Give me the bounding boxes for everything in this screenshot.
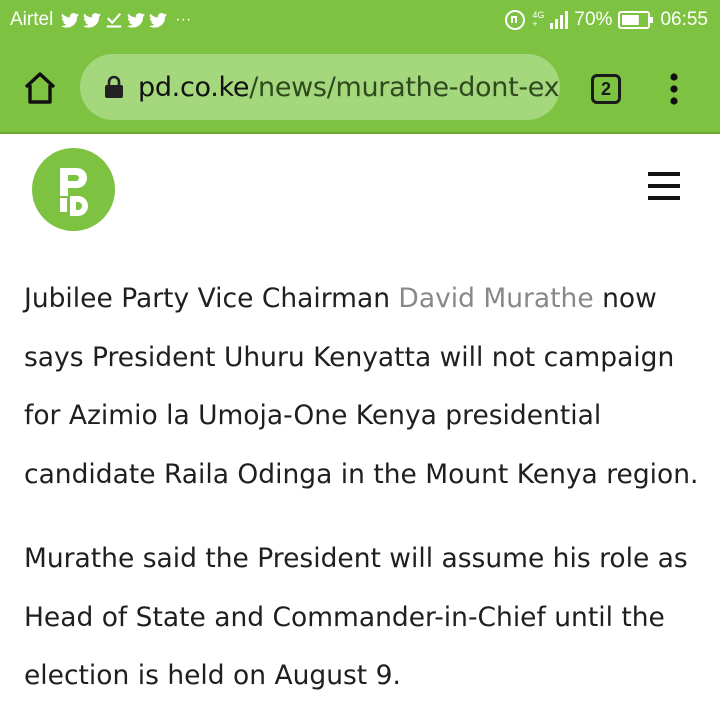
pd-logo-mark bbox=[60, 168, 88, 216]
twitter-icon bbox=[61, 12, 80, 28]
status-right: 4G + 70% 06:55 bbox=[504, 9, 708, 31]
site-logo[interactable] bbox=[32, 148, 115, 231]
paragraph-text: Jubilee Party Vice Chairman bbox=[24, 283, 399, 314]
status-left: Airtel ··· bbox=[10, 9, 191, 31]
status-bar: Airtel ··· 4G + 70% 06:55 bbox=[0, 0, 720, 42]
twitter-icon bbox=[83, 12, 102, 28]
twitter-icon bbox=[149, 12, 168, 28]
home-icon[interactable] bbox=[22, 70, 58, 106]
article-paragraph: Jubilee Party Vice Chairman David Murath… bbox=[24, 270, 714, 504]
site-menu-icon[interactable] bbox=[648, 172, 680, 200]
url-text[interactable]: pd.co.ke/news/murathe-dont-expe bbox=[138, 72, 560, 103]
overflow-menu-icon[interactable] bbox=[664, 72, 684, 106]
battery-percent: 70% bbox=[574, 9, 613, 30]
url-path: /news/murathe-dont-expe bbox=[249, 71, 560, 103]
battery-icon bbox=[618, 11, 654, 29]
url-domain: pd.co.ke bbox=[138, 71, 250, 103]
data-saver-icon bbox=[505, 10, 526, 30]
download-done-icon bbox=[107, 12, 122, 28]
lock-icon bbox=[105, 75, 123, 98]
network-type: 4G + bbox=[532, 11, 544, 29]
signal-icon bbox=[550, 11, 569, 29]
twitter-icon bbox=[127, 12, 146, 28]
clock: 06:55 bbox=[660, 9, 708, 30]
browser-toolbar: pd.co.ke/news/murathe-dont-expe 2 bbox=[0, 42, 720, 134]
notification-icons: ··· bbox=[61, 11, 191, 29]
more-notifications-icon: ··· bbox=[175, 11, 192, 28]
article-paragraph: Murathe said the President will assume h… bbox=[24, 543, 688, 691]
article-body: Jubilee Party Vice Chairman David Murath… bbox=[24, 270, 714, 710]
network-type-sub: + bbox=[532, 19, 538, 29]
tab-count: 2 bbox=[600, 78, 611, 99]
address-bar[interactable]: pd.co.ke/news/murathe-dont-expe bbox=[80, 54, 560, 120]
person-link[interactable]: David Murathe bbox=[398, 283, 593, 314]
tab-switcher-button[interactable]: 2 bbox=[591, 74, 621, 104]
carrier-name: Airtel bbox=[10, 9, 54, 30]
site-header bbox=[0, 136, 720, 246]
